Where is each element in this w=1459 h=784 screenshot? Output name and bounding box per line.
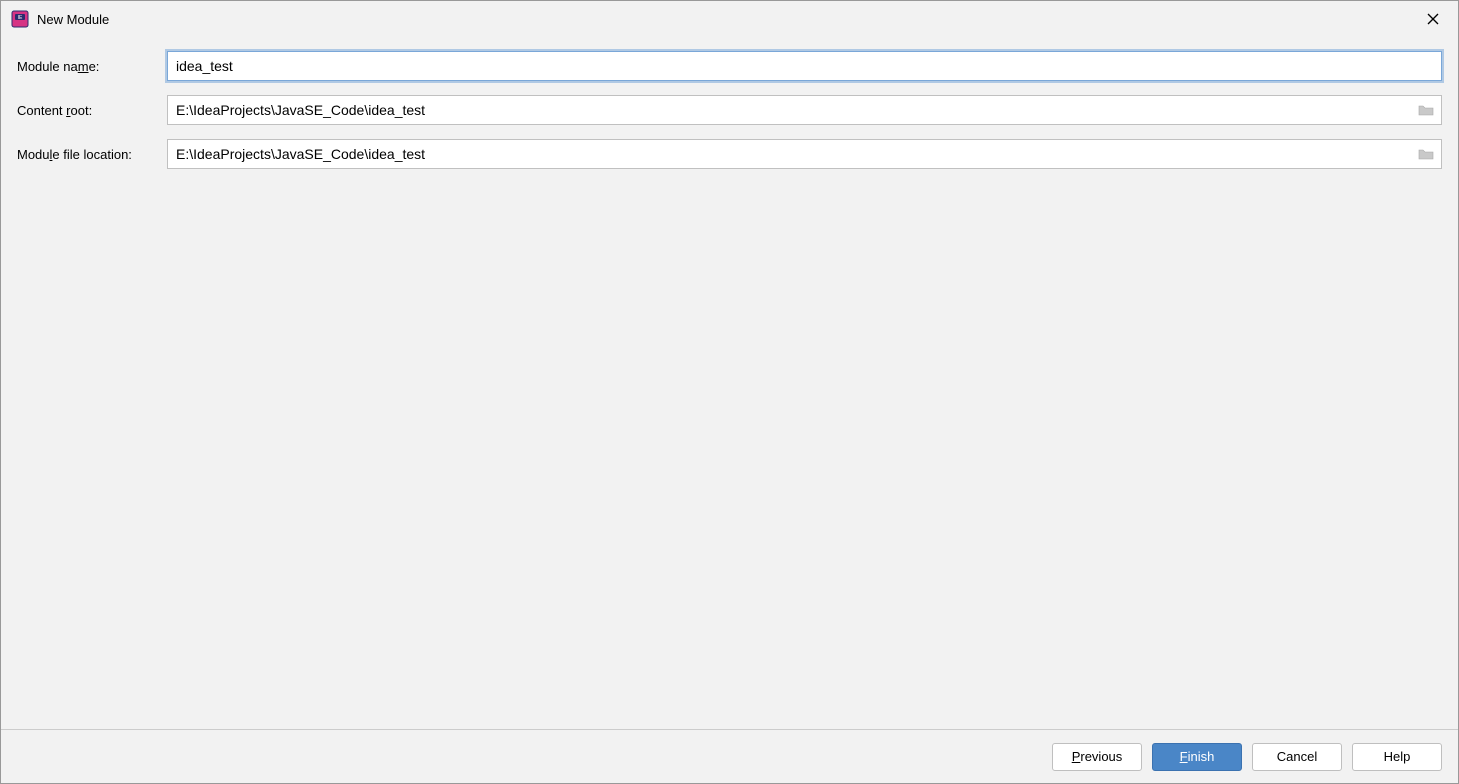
svg-text:IE: IE — [18, 15, 23, 21]
content-root-label: Content root: — [17, 103, 167, 118]
dialog-footer: Previous Finish Cancel Help — [1, 729, 1458, 783]
module-file-location-label: Module file location: — [17, 147, 167, 162]
dialog-title: New Module — [37, 12, 1418, 27]
previous-button[interactable]: Previous — [1052, 743, 1142, 771]
module-file-location-input-wrap — [167, 139, 1442, 169]
close-icon — [1427, 13, 1439, 25]
app-icon: IE — [11, 10, 29, 28]
module-name-row: Module name: — [17, 51, 1442, 81]
content-root-input-wrap — [167, 95, 1442, 125]
close-button[interactable] — [1418, 4, 1448, 34]
module-file-location-row: Module file location: — [17, 139, 1442, 169]
content-root-row: Content root: — [17, 95, 1442, 125]
content-root-browse-button[interactable] — [1411, 96, 1441, 124]
module-name-label: Module name: — [17, 59, 167, 74]
module-file-location-input[interactable] — [168, 140, 1411, 168]
module-name-input[interactable] — [167, 51, 1442, 81]
folder-icon — [1418, 103, 1434, 117]
new-module-dialog: IE New Module Module name: Content root: — [0, 0, 1459, 784]
folder-icon — [1418, 147, 1434, 161]
content-root-input[interactable] — [168, 96, 1411, 124]
finish-button[interactable]: Finish — [1152, 743, 1242, 771]
help-button[interactable]: Help — [1352, 743, 1442, 771]
dialog-content: Module name: Content root: — [1, 37, 1458, 729]
module-file-location-browse-button[interactable] — [1411, 140, 1441, 168]
cancel-button[interactable]: Cancel — [1252, 743, 1342, 771]
module-name-input-wrap — [167, 51, 1442, 81]
titlebar: IE New Module — [1, 1, 1458, 37]
